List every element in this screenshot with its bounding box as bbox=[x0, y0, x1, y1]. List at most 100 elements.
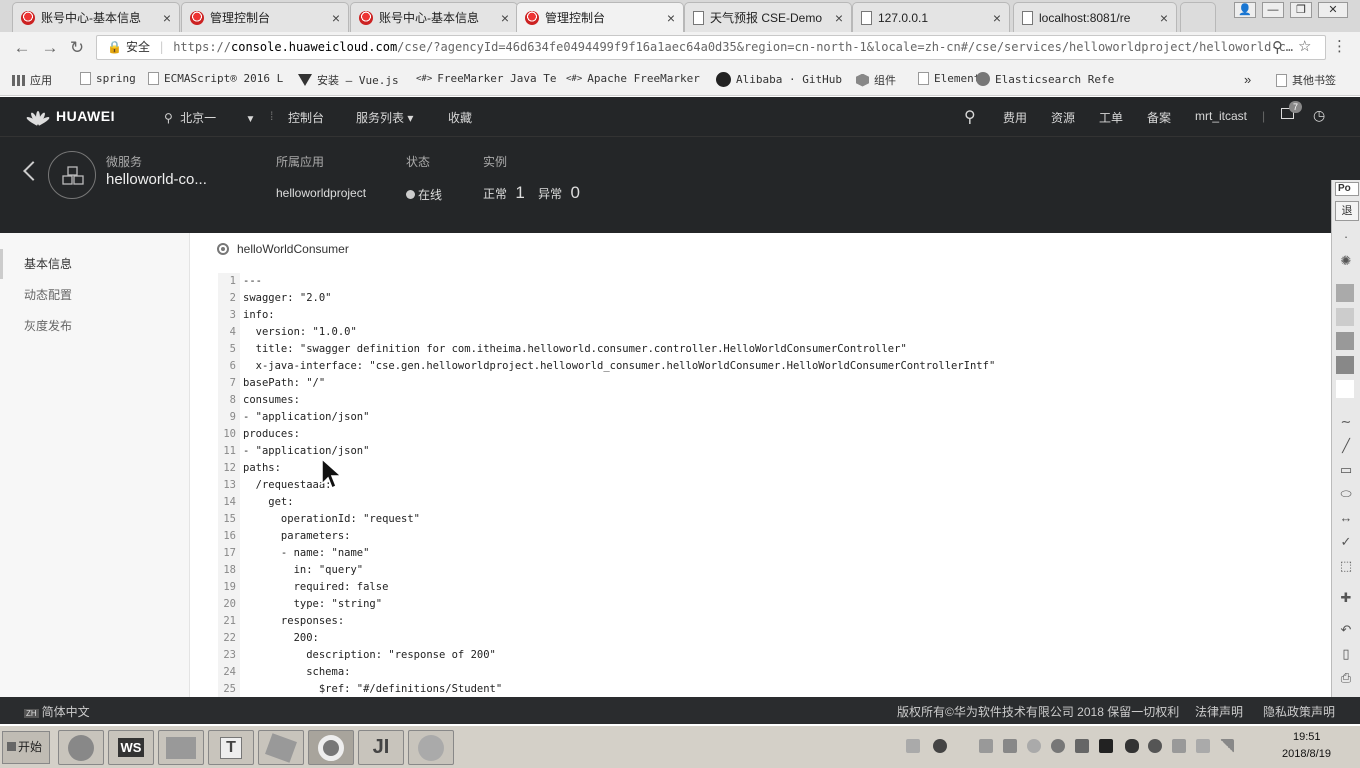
nav-resources[interactable]: 资源 bbox=[1051, 109, 1075, 126]
browser-tab[interactable]: 天气预报 CSE-Demo × bbox=[684, 2, 852, 32]
shade-white-icon[interactable] bbox=[1336, 380, 1354, 398]
new-tab-button[interactable] bbox=[1180, 2, 1216, 32]
taskbar-app-icon[interactable] bbox=[58, 730, 104, 765]
start-button[interactable]: 开始 bbox=[2, 731, 50, 764]
check-icon[interactable]: ✓ bbox=[1336, 532, 1356, 552]
gear-icon[interactable]: ✺ bbox=[1336, 251, 1356, 271]
user-account[interactable]: mrt_itcast bbox=[1195, 109, 1247, 123]
clock-date[interactable]: 2018/8/19 bbox=[1282, 748, 1331, 760]
shade-darker-icon[interactable] bbox=[1336, 356, 1354, 374]
region-selector[interactable]: ⚲ 北京一 ▼ bbox=[164, 109, 255, 126]
forward-arrow-icon[interactable]: → bbox=[40, 38, 60, 58]
tab-close-icon[interactable]: × bbox=[667, 10, 675, 26]
nav-billing[interactable]: 费用 bbox=[1003, 109, 1027, 126]
sidebar-item-gray-release[interactable]: 灰度发布 bbox=[24, 317, 72, 334]
message-inbox[interactable]: 7 bbox=[1281, 101, 1303, 122]
browser-tab[interactable]: 127.0.0.1 × bbox=[852, 2, 1010, 32]
bookmark-star-icon[interactable]: ☆ bbox=[1298, 37, 1311, 55]
tray-icon[interactable] bbox=[1003, 739, 1017, 753]
bookmark-spring[interactable]: spring bbox=[80, 72, 136, 85]
clock-time[interactable]: 19:51 bbox=[1293, 731, 1321, 743]
tray-icon[interactable] bbox=[979, 739, 993, 753]
reload-icon[interactable]: ↻ bbox=[67, 38, 87, 58]
tab-close-icon[interactable]: × bbox=[1160, 10, 1168, 26]
tab-close-icon[interactable]: × bbox=[163, 10, 171, 26]
tab-close-icon[interactable]: × bbox=[501, 10, 509, 26]
sidebar-item-dynamic-config[interactable]: 动态配置 bbox=[24, 286, 72, 303]
nav-tickets[interactable]: 工单 bbox=[1099, 109, 1123, 126]
browser-tab[interactable]: 管理控制台 × bbox=[181, 2, 349, 32]
file-explorer-icon[interactable] bbox=[158, 730, 204, 765]
nav-favorites[interactable]: 收藏 bbox=[448, 109, 472, 126]
privacy-link[interactable]: 隐私政策声明 bbox=[1263, 703, 1335, 720]
shade-light-icon[interactable] bbox=[1336, 308, 1354, 326]
bookmark-elasticsearch[interactable]: Elasticsearch Refe bbox=[976, 72, 1114, 86]
address-bar[interactable]: 🔒 安全 | https://console.huaweicloud.com/cse/… bbox=[96, 35, 1326, 60]
print-icon[interactable]: ⎙ bbox=[1336, 668, 1356, 688]
tray-icon[interactable] bbox=[1051, 739, 1065, 753]
bookmark-component[interactable]: 组件 bbox=[856, 72, 896, 88]
maximize-button[interactable]: ❐ bbox=[1290, 2, 1312, 18]
intellij-icon[interactable]: JI bbox=[358, 730, 404, 765]
back-arrow-icon[interactable]: ← bbox=[12, 38, 32, 58]
legal-link[interactable]: 法律声明 bbox=[1195, 703, 1243, 720]
tool-app-icon[interactable] bbox=[258, 730, 304, 765]
double-arrow-icon[interactable]: ↔ bbox=[1336, 508, 1356, 528]
webstorm-icon[interactable]: WS bbox=[108, 730, 154, 765]
ellipse-icon[interactable]: ⬭ bbox=[1336, 484, 1356, 504]
browser-tab[interactable]: 账号中心-基本信息 × bbox=[12, 2, 180, 32]
app-value[interactable]: helloworldproject bbox=[276, 186, 366, 200]
bookmark-freemarker-java[interactable]: <#> FreeMarker Java Te bbox=[416, 72, 556, 85]
bookmark-apps[interactable]: 应用 bbox=[12, 72, 52, 88]
volume-icon[interactable] bbox=[1196, 739, 1210, 753]
tray-icon[interactable] bbox=[1172, 739, 1186, 753]
nav-service-list[interactable]: 服务列表 ▾ bbox=[356, 109, 413, 126]
tray-icon[interactable] bbox=[1148, 739, 1162, 753]
browser-tab[interactable]: localhost:8081/re × bbox=[1013, 2, 1177, 32]
menu-icon[interactable]: ⋮ bbox=[1332, 37, 1347, 55]
chrome-icon[interactable] bbox=[308, 730, 354, 765]
bookmark-vue[interactable]: 安装 — Vue.js bbox=[298, 72, 399, 88]
bookmarks-more-icon[interactable]: » bbox=[1244, 72, 1251, 87]
tab-close-icon[interactable]: × bbox=[993, 10, 1001, 26]
zoom-search-icon[interactable]: ⚲ bbox=[1272, 38, 1283, 56]
select-icon[interactable]: ⬚ bbox=[1336, 556, 1356, 576]
abnormal-count[interactable]: 0 bbox=[571, 183, 580, 202]
freehand-icon[interactable]: ∼ bbox=[1336, 412, 1356, 432]
undo-icon[interactable]: ↶ bbox=[1336, 620, 1356, 640]
tray-icon[interactable] bbox=[1099, 739, 1113, 753]
tab-close-icon[interactable]: × bbox=[835, 10, 843, 26]
bookmark-element[interactable]: Element bbox=[918, 72, 980, 85]
minimize-button[interactable]: — bbox=[1262, 2, 1284, 18]
search-icon[interactable]: ⚲ bbox=[964, 107, 976, 127]
tab-close-icon[interactable]: × bbox=[332, 10, 340, 26]
drawing-app-icon[interactable] bbox=[408, 730, 454, 765]
other-bookmarks[interactable]: 其他书签 bbox=[1276, 72, 1336, 88]
dot-icon[interactable]: · bbox=[1336, 227, 1356, 247]
nav-filing[interactable]: 备案 bbox=[1147, 109, 1171, 126]
swagger-code-viewer[interactable]: 1 --- 2 swagger: "2.0" 3 info: 4 version: "1.0… bbox=[218, 273, 1331, 697]
shade-medium-icon[interactable] bbox=[1336, 332, 1354, 350]
back-chevron-icon[interactable] bbox=[23, 161, 43, 181]
language-selector[interactable]: ZH 简体中文 bbox=[24, 703, 90, 720]
sidebar-item-basic-info[interactable]: 基本信息 bbox=[24, 255, 72, 272]
tray-keyboard-icon[interactable] bbox=[906, 739, 920, 753]
network-icon[interactable] bbox=[1220, 739, 1234, 753]
exit-button[interactable]: 退 bbox=[1335, 201, 1359, 221]
line-icon[interactable]: ╱ bbox=[1336, 436, 1356, 456]
rectangle-icon[interactable]: ▭ bbox=[1336, 460, 1356, 480]
bookmark-alibaba-github[interactable]: Alibaba · GitHub bbox=[716, 72, 842, 87]
close-window-button[interactable]: ✕ bbox=[1318, 2, 1348, 18]
browser-tab[interactable]: 账号中心-基本信息 × bbox=[350, 2, 518, 32]
tray-help-icon[interactable] bbox=[933, 739, 947, 753]
shade-dark-icon[interactable] bbox=[1336, 284, 1354, 302]
plus-icon[interactable]: ✚ bbox=[1336, 588, 1356, 608]
profile-icon[interactable]: 👤 bbox=[1234, 2, 1256, 18]
nav-console[interactable]: 控制台 bbox=[288, 109, 324, 126]
bookmark-apache-freemarker[interactable]: <#> Apache FreeMarker bbox=[566, 72, 700, 85]
help-icon[interactable]: ◷ bbox=[1313, 107, 1325, 124]
page-icon[interactable]: ▯ bbox=[1336, 644, 1356, 664]
bookmark-ecmascript[interactable]: ECMAScript® 2016 L bbox=[148, 72, 283, 85]
bluetooth-icon[interactable] bbox=[1125, 739, 1139, 753]
normal-count[interactable]: 1 bbox=[515, 183, 524, 202]
